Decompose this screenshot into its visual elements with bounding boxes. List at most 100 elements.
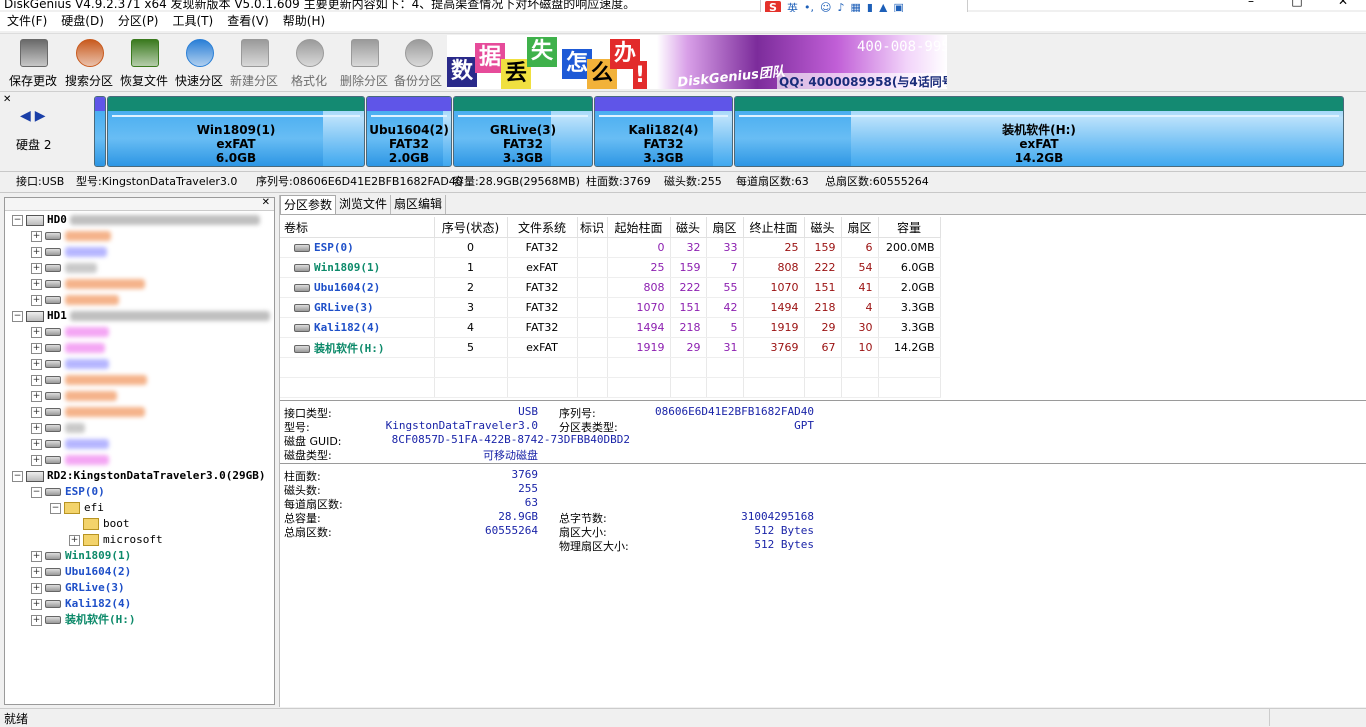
- table-row[interactable]: GRLive(3) 3 FAT32 1070 151 42 1494 218 4 3.3GB: [280, 297, 941, 318]
- tree-node[interactable]: +: [31, 436, 109, 451]
- tree-node[interactable]: +: [31, 228, 111, 243]
- close-icon[interactable]: ✕: [262, 198, 270, 208]
- expand-icon[interactable]: +: [31, 550, 42, 562]
- menu-help[interactable]: 帮助(H): [276, 12, 332, 31]
- col-end-cylinder[interactable]: 终止柱面: [743, 217, 805, 238]
- maximize-button[interactable]: □: [1274, 0, 1320, 8]
- partition-block[interactable]: Kali182(4) FAT32 3.3GB: [594, 96, 733, 167]
- expand-icon[interactable]: +: [31, 598, 42, 610]
- partition-block[interactable]: GRLive(3) FAT32 3.3GB: [453, 96, 593, 167]
- tree-node-boot[interactable]: boot: [83, 516, 130, 531]
- collapse-icon[interactable]: −: [50, 502, 61, 514]
- tree-node[interactable]: +: [31, 404, 145, 419]
- tree-node-hd1[interactable]: − HD1: [12, 308, 271, 323]
- tree-node[interactable]: +: [31, 276, 145, 291]
- collapse-icon[interactable]: −: [12, 310, 23, 322]
- cell-start-head: 159: [670, 257, 707, 278]
- quick-partition-button[interactable]: 快速分区: [173, 36, 225, 88]
- col-flag[interactable]: 标识: [577, 217, 608, 238]
- partition-name: Win1809(1): [196, 123, 276, 137]
- tree-node-esp[interactable]: − ESP(0): [31, 484, 105, 499]
- partition-block[interactable]: 装机软件(H:) exFAT 14.2GB: [734, 96, 1344, 167]
- delete-partition-button[interactable]: 删除分区: [338, 36, 390, 88]
- volume-label-text: ESP(0): [314, 241, 354, 254]
- menu-tools[interactable]: 工具(T): [166, 12, 221, 31]
- table-row[interactable]: 装机软件(H:) 5 exFAT 1919 29 31 3769 67 10 14.2GB: [280, 337, 941, 358]
- volume-label-text: Kali182(4): [314, 321, 381, 334]
- tree-node-microsoft[interactable]: + microsoft: [69, 532, 163, 547]
- collapse-icon[interactable]: −: [31, 486, 42, 498]
- col-volume-label[interactable]: 卷标: [280, 217, 435, 238]
- tree-node-partition[interactable]: + Ubu1604(2): [31, 564, 131, 579]
- tab-sector-edit[interactable]: 扇区编辑: [391, 195, 447, 214]
- tree-node[interactable]: +: [31, 372, 147, 387]
- collapse-icon[interactable]: −: [12, 214, 23, 226]
- tree-node-partition[interactable]: + Kali182(4): [31, 596, 131, 611]
- prev-disk-icon[interactable]: ◀: [20, 108, 35, 124]
- col-start-sector[interactable]: 扇区: [706, 217, 744, 238]
- collapse-icon[interactable]: −: [12, 470, 23, 482]
- table-row-empty: [280, 357, 941, 378]
- expand-icon[interactable]: +: [31, 582, 42, 594]
- col-end-sector[interactable]: 扇区: [841, 217, 879, 238]
- tree-node[interactable]: +: [31, 260, 97, 275]
- partition-block-esp[interactable]: [94, 96, 106, 167]
- col-filesystem[interactable]: 文件系统: [507, 217, 578, 238]
- tree-node-partition[interactable]: + 装机软件(H:): [31, 612, 136, 627]
- tree-node[interactable]: +: [31, 324, 109, 339]
- search-partition-button[interactable]: 搜索分区: [63, 36, 115, 88]
- blurred-text: [70, 215, 261, 225]
- col-capacity[interactable]: 容量: [878, 217, 941, 238]
- tree-node-partition[interactable]: + GRLive(3): [31, 580, 125, 595]
- expand-icon[interactable]: +: [69, 534, 80, 546]
- resize-grip[interactable]: [1269, 709, 1366, 726]
- cell-capacity: 3.3GB: [878, 317, 941, 338]
- menu-file[interactable]: 文件(F): [0, 12, 54, 31]
- disk-icon: [26, 214, 44, 226]
- expand-icon[interactable]: +: [31, 614, 42, 626]
- menu-partition[interactable]: 分区(P): [111, 12, 166, 31]
- tree-node-hd0[interactable]: − HD0: [12, 212, 261, 227]
- expand-icon[interactable]: +: [31, 566, 42, 578]
- cell-start-head: 222: [670, 277, 707, 298]
- format-button[interactable]: 格式化: [283, 36, 335, 88]
- partition-block[interactable]: Win1809(1) exFAT 6.0GB: [107, 96, 365, 167]
- close-button[interactable]: ✕: [1320, 0, 1366, 8]
- tree-node[interactable]: +: [31, 388, 117, 403]
- tree-node-rd2[interactable]: − RD2:KingstonDataTraveler3.0(29GB): [12, 468, 266, 483]
- tree-node[interactable]: +: [31, 420, 85, 435]
- save-changes-button[interactable]: 保存更改: [7, 36, 59, 88]
- total-sectors-value: 60555264: [485, 524, 538, 537]
- disk-interface: 接口:USB: [16, 175, 65, 188]
- partition-block[interactable]: Ubu1604(2) FAT32 2.0GB: [366, 96, 452, 167]
- tree-node[interactable]: +: [31, 292, 119, 307]
- tree-node[interactable]: +: [31, 356, 109, 371]
- tree-node-partition[interactable]: + Win1809(1): [31, 548, 131, 563]
- col-index[interactable]: 序号(状态): [434, 217, 508, 238]
- col-start-cylinder[interactable]: 起始柱面: [607, 217, 671, 238]
- cell-end-head: 29: [804, 317, 842, 338]
- minimize-button[interactable]: –: [1228, 0, 1274, 8]
- recover-files-button[interactable]: 恢复文件: [118, 36, 170, 88]
- col-end-head[interactable]: 磁头: [804, 217, 842, 238]
- tree-node-efi[interactable]: − efi: [50, 500, 104, 515]
- backup-partition-label: 备份分区: [393, 74, 442, 88]
- tab-partition-params[interactable]: 分区参数: [280, 195, 337, 214]
- menu-view[interactable]: 查看(V): [220, 12, 276, 31]
- table-row[interactable]: Kali182(4) 4 FAT32 1494 218 5 1919 29 30 3.3GB: [280, 317, 941, 338]
- tree-node[interactable]: +: [31, 452, 109, 467]
- new-partition-button[interactable]: 新建分区: [228, 36, 280, 88]
- table-row[interactable]: Ubu1604(2) 2 FAT32 808 222 55 1070 151 41 2.0GB: [280, 277, 941, 298]
- tree-node[interactable]: +: [31, 340, 105, 355]
- tab-browse-files[interactable]: 浏览文件: [336, 195, 392, 214]
- next-disk-icon[interactable]: ▶: [35, 108, 50, 124]
- table-row[interactable]: ESP(0) 0 FAT32 0 32 33 25 159 6 200.0MB: [280, 237, 941, 258]
- close-icon[interactable]: ✕: [3, 94, 11, 105]
- col-start-head[interactable]: 磁头: [670, 217, 707, 238]
- table-row[interactable]: Win1809(1) 1 exFAT 25 159 7 808 222 54 6.0GB: [280, 257, 941, 278]
- cell-index: 1: [434, 257, 508, 278]
- tree-node[interactable]: +: [31, 244, 107, 259]
- ad-banner[interactable]: 数 据 丢 失 怎 么 办 ! DiskGenius团队 400-008-995…: [447, 35, 947, 89]
- menu-disk[interactable]: 硬盘(D): [54, 12, 111, 31]
- backup-partition-button[interactable]: 备份分区: [392, 36, 444, 88]
